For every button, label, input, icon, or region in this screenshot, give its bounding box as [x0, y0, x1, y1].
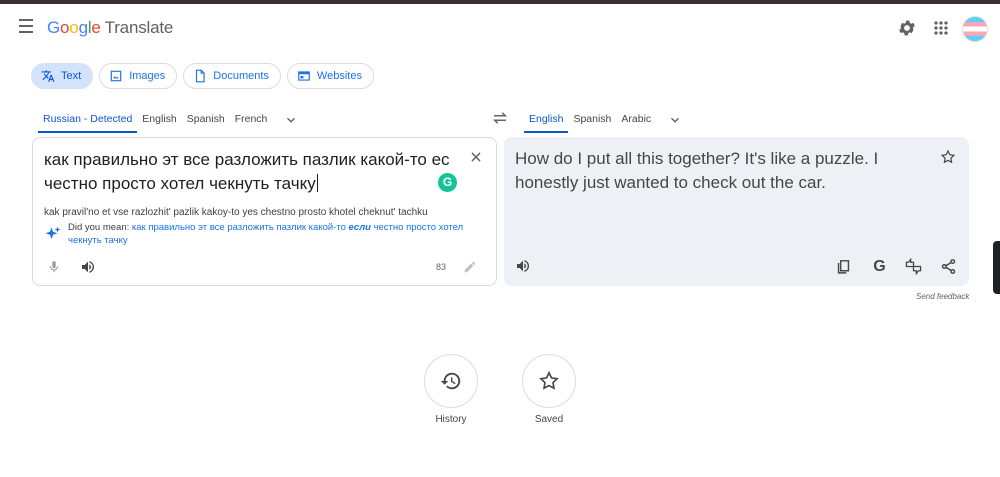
tab-images[interactable]: Images	[99, 63, 178, 89]
logo-letter: G	[47, 18, 61, 37]
avatar[interactable]	[962, 16, 988, 42]
translation-output-panel: How do I put all this together? It's lik…	[504, 137, 969, 286]
close-icon[interactable]	[469, 150, 483, 164]
rate-translation-icon[interactable]	[905, 258, 922, 275]
chevron-down-icon[interactable]	[668, 113, 682, 127]
history-label: History	[435, 414, 467, 425]
sparkle-icon	[45, 226, 61, 240]
swap-languages-icon[interactable]	[491, 110, 509, 126]
logo-letter: o	[69, 18, 79, 37]
source-lang-english[interactable]: English	[137, 107, 181, 133]
character-count: 83	[436, 262, 447, 272]
grammarly-icon[interactable]: G	[438, 173, 457, 192]
chevron-down-icon[interactable]	[284, 113, 298, 127]
translation-text: How do I put all this together? It's lik…	[515, 149, 879, 192]
google-translate-logo[interactable]: Google Translate	[47, 18, 173, 38]
history-icon	[440, 372, 461, 390]
tab-websites[interactable]: Websites	[286, 63, 374, 89]
target-language-bar: English Spanish Arabic	[524, 107, 682, 133]
menu-icon[interactable]	[17, 19, 35, 35]
source-language-bar: Russian - Detected English Spanish Frenc…	[38, 107, 298, 133]
logo-letter: o	[60, 18, 70, 37]
source-text-panel[interactable]: как правильно эт все разложить пазлик ка…	[32, 137, 497, 286]
history-button[interactable]	[424, 354, 478, 408]
saved-button[interactable]	[522, 354, 576, 408]
mode-tabs: Text Images Documents Websites	[31, 63, 374, 89]
tab-websites-label: Websites	[316, 70, 362, 82]
target-lang-arabic[interactable]: Arabic	[616, 107, 656, 133]
logo-letter: g	[78, 18, 88, 37]
copy-icon[interactable]	[835, 258, 852, 275]
target-lang-english[interactable]: English	[524, 107, 569, 133]
source-text: как правильно эт все разложить пазлик ка…	[44, 150, 450, 193]
google-search-icon[interactable]: G	[871, 258, 888, 275]
send-feedback-link[interactable]: Send feedback	[916, 292, 969, 301]
gear-icon[interactable]	[897, 18, 917, 38]
tab-documents[interactable]: Documents	[183, 63, 281, 89]
text-caret	[316, 174, 318, 192]
star-icon	[539, 370, 559, 390]
pencil-icon[interactable]	[463, 260, 477, 274]
star-icon[interactable]	[940, 149, 956, 165]
tab-images-label: Images	[129, 70, 166, 82]
app-header: Google Translate	[0, 4, 1000, 52]
translate-icon	[41, 70, 55, 82]
suggestion-correction: если	[348, 222, 371, 233]
source-lang-spanish[interactable]: Spanish	[182, 107, 230, 133]
source-lang-french[interactable]: French	[230, 107, 273, 133]
suggestion-text: как правильно эт все разложить пазлик ка…	[131, 222, 349, 233]
app-name: Translate	[104, 18, 174, 37]
image-icon	[110, 70, 122, 82]
transliteration: kak pravil'no et vse razlozhit' pazlik k…	[44, 207, 428, 218]
side-panel-handle[interactable]	[993, 241, 1000, 294]
saved-label: Saved	[534, 414, 564, 425]
document-icon	[196, 69, 205, 83]
speaker-icon[interactable]	[80, 259, 96, 275]
did-you-mean: Did you mean: как правильно эт все разло…	[68, 221, 468, 247]
logo-letter: e	[91, 18, 101, 37]
website-icon	[298, 71, 310, 81]
source-lang-detected[interactable]: Russian - Detected	[38, 107, 138, 133]
tab-text[interactable]: Text	[31, 63, 94, 89]
target-lang-spanish[interactable]: Spanish	[568, 107, 616, 133]
speaker-icon[interactable]	[515, 258, 531, 274]
tab-text-label: Text	[61, 70, 82, 82]
apps-grid-icon[interactable]	[931, 18, 951, 38]
source-input[interactable]: как правильно эт все разложить пазлик ка…	[44, 148, 454, 196]
tab-documents-label: Documents	[213, 70, 269, 82]
did-you-mean-label: Did you mean:	[68, 222, 132, 233]
microphone-icon[interactable]	[47, 259, 61, 275]
share-icon[interactable]	[940, 258, 957, 275]
